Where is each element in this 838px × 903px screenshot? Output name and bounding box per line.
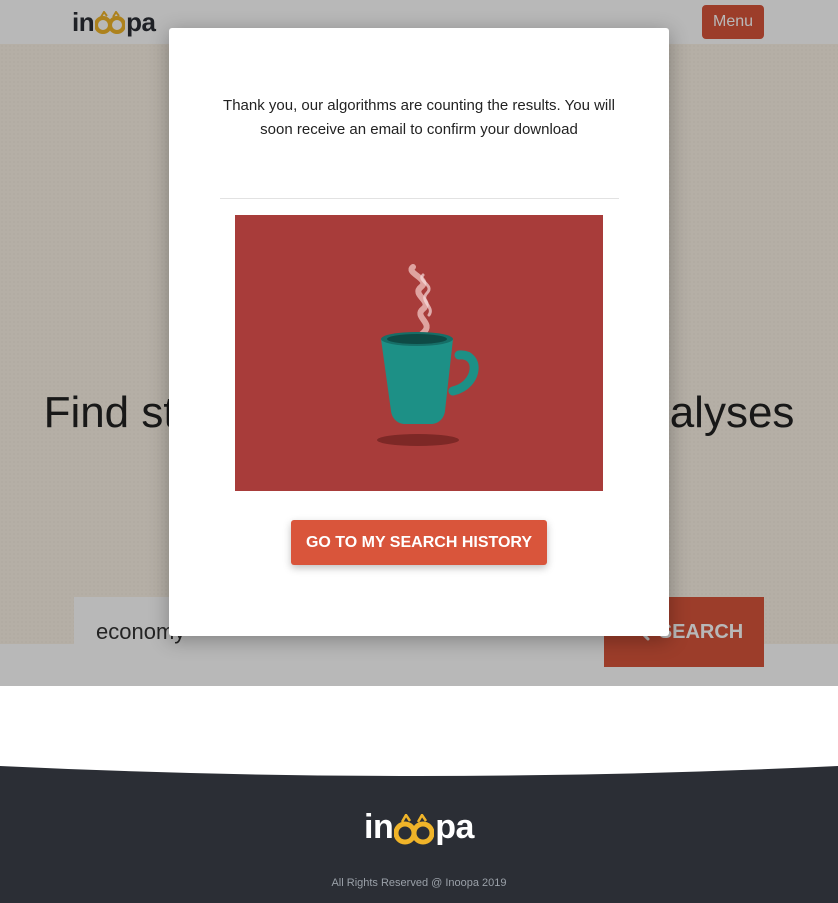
coffee-illustration: [235, 215, 603, 491]
modal-message: Thank you, our algorithms are counting t…: [223, 97, 615, 138]
footer-logo-text-prefix: in: [364, 808, 394, 846]
coffee-mug-icon: [377, 264, 479, 446]
owl-logo-icon: [393, 812, 435, 846]
go-to-search-history-button[interactable]: GO TO MY SEARCH HISTORY: [291, 520, 547, 565]
copyright-text: All Rights Reserved @ Inoopa 2019: [331, 877, 507, 889]
footer-logo-text-suffix: pa: [435, 808, 474, 846]
page: in pa Menu Find studies, researches and …: [0, 0, 838, 903]
footer-logo[interactable]: in pa: [0, 808, 838, 847]
modal-divider: [220, 198, 619, 199]
download-confirmation-modal: Thank you, our algorithms are counting t…: [169, 28, 669, 636]
